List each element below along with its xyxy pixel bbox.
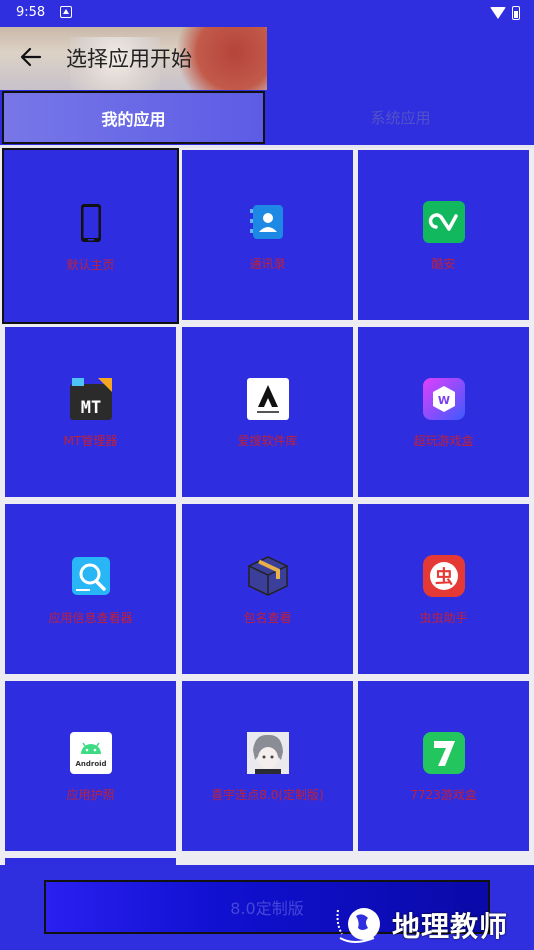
contacts-icon	[249, 204, 283, 239]
game-box-icon: W	[422, 377, 465, 420]
svg-text:虫: 虫	[435, 566, 453, 588]
status-time: 9:58	[16, 5, 46, 20]
app-cell-game-box[interactable]: W 超玩游戏盒	[358, 327, 529, 497]
app-cell-partial	[5, 858, 176, 865]
app-cell-mt-manager[interactable]: MT MT管理器	[5, 327, 176, 497]
7723-icon	[422, 731, 465, 774]
app-label: 超玩游戏盒	[413, 433, 474, 448]
tab-system-apps[interactable]: 系统应用	[267, 90, 534, 145]
version-button-label: 8.0定制版	[230, 899, 304, 918]
app-label: 应用信息查看器	[48, 610, 133, 625]
android-icon: Android	[69, 731, 112, 774]
app-cell-package-viewer[interactable]: 包名查看	[182, 504, 353, 674]
app-label: 喜宇连点8.0(定制版)	[211, 787, 324, 802]
tab-bar: 我的应用 系统应用	[0, 90, 534, 148]
svg-text:Android: Android	[75, 760, 106, 768]
app-cell-aisou[interactable]: 爱搜软件库	[182, 327, 353, 497]
app-label: MT管理器	[63, 433, 118, 448]
tab-my-apps[interactable]: 我的应用	[2, 91, 265, 144]
globe-logo-icon	[336, 908, 380, 943]
tab-my-apps-label: 我的应用	[101, 109, 166, 129]
wifi-icon	[490, 7, 506, 19]
status-icons	[490, 6, 520, 20]
app-label: 包名查看	[243, 610, 292, 625]
page-title: 选择应用开始	[66, 47, 192, 71]
app-label: 默认主页	[66, 257, 115, 272]
app-label: 酷安	[431, 256, 456, 271]
watermark: 地理教师	[334, 900, 534, 950]
phone-icon	[80, 203, 101, 242]
app-label: 通讯录	[249, 256, 286, 271]
notification-icon	[60, 6, 72, 18]
app-label: 7723游戏盒	[410, 787, 477, 802]
watermark-text: 地理教师	[392, 910, 509, 943]
package-icon	[247, 555, 288, 596]
app-cell-app-info[interactable]: 应用信息查看器	[5, 504, 176, 674]
svg-text:W: W	[437, 394, 449, 407]
avatar-icon	[246, 731, 289, 774]
app-label: 应用护照	[66, 787, 115, 802]
app-cell-chongchong[interactable]: 虫 虫虫助手	[358, 504, 529, 674]
tab-system-apps-label: 系统应用	[370, 109, 431, 127]
svg-text:MT: MT	[80, 398, 100, 418]
status-bar: 9:58	[0, 0, 534, 28]
battery-icon	[512, 6, 520, 20]
app-label: 爱搜软件库	[237, 433, 298, 448]
app-cell-xiyu-clicker[interactable]: 喜宇连点8.0(定制版)	[182, 681, 353, 851]
app-cell-7723[interactable]: 7723游戏盒	[358, 681, 529, 851]
app-cell-app-passport[interactable]: Android 应用护照	[5, 681, 176, 851]
app-cell-coolapk[interactable]: 酷安	[358, 150, 529, 320]
app-cell-contacts[interactable]: 通讯录	[182, 150, 353, 320]
app-label: 虫虫助手	[419, 610, 468, 625]
app-cell-default-home[interactable]: 默认主页	[2, 148, 179, 324]
coolapk-icon	[422, 200, 465, 243]
back-arrow-icon[interactable]	[20, 46, 42, 68]
mt-manager-icon: MT	[69, 377, 112, 420]
app-info-icon	[71, 556, 110, 595]
aisou-icon	[246, 377, 289, 420]
chongchong-icon: 虫	[422, 554, 465, 597]
app-grid: 默认主页 通讯录 酷安 MT MT管理器 爱搜软件库 W 超玩游戏盒 应用信息查…	[0, 148, 534, 865]
